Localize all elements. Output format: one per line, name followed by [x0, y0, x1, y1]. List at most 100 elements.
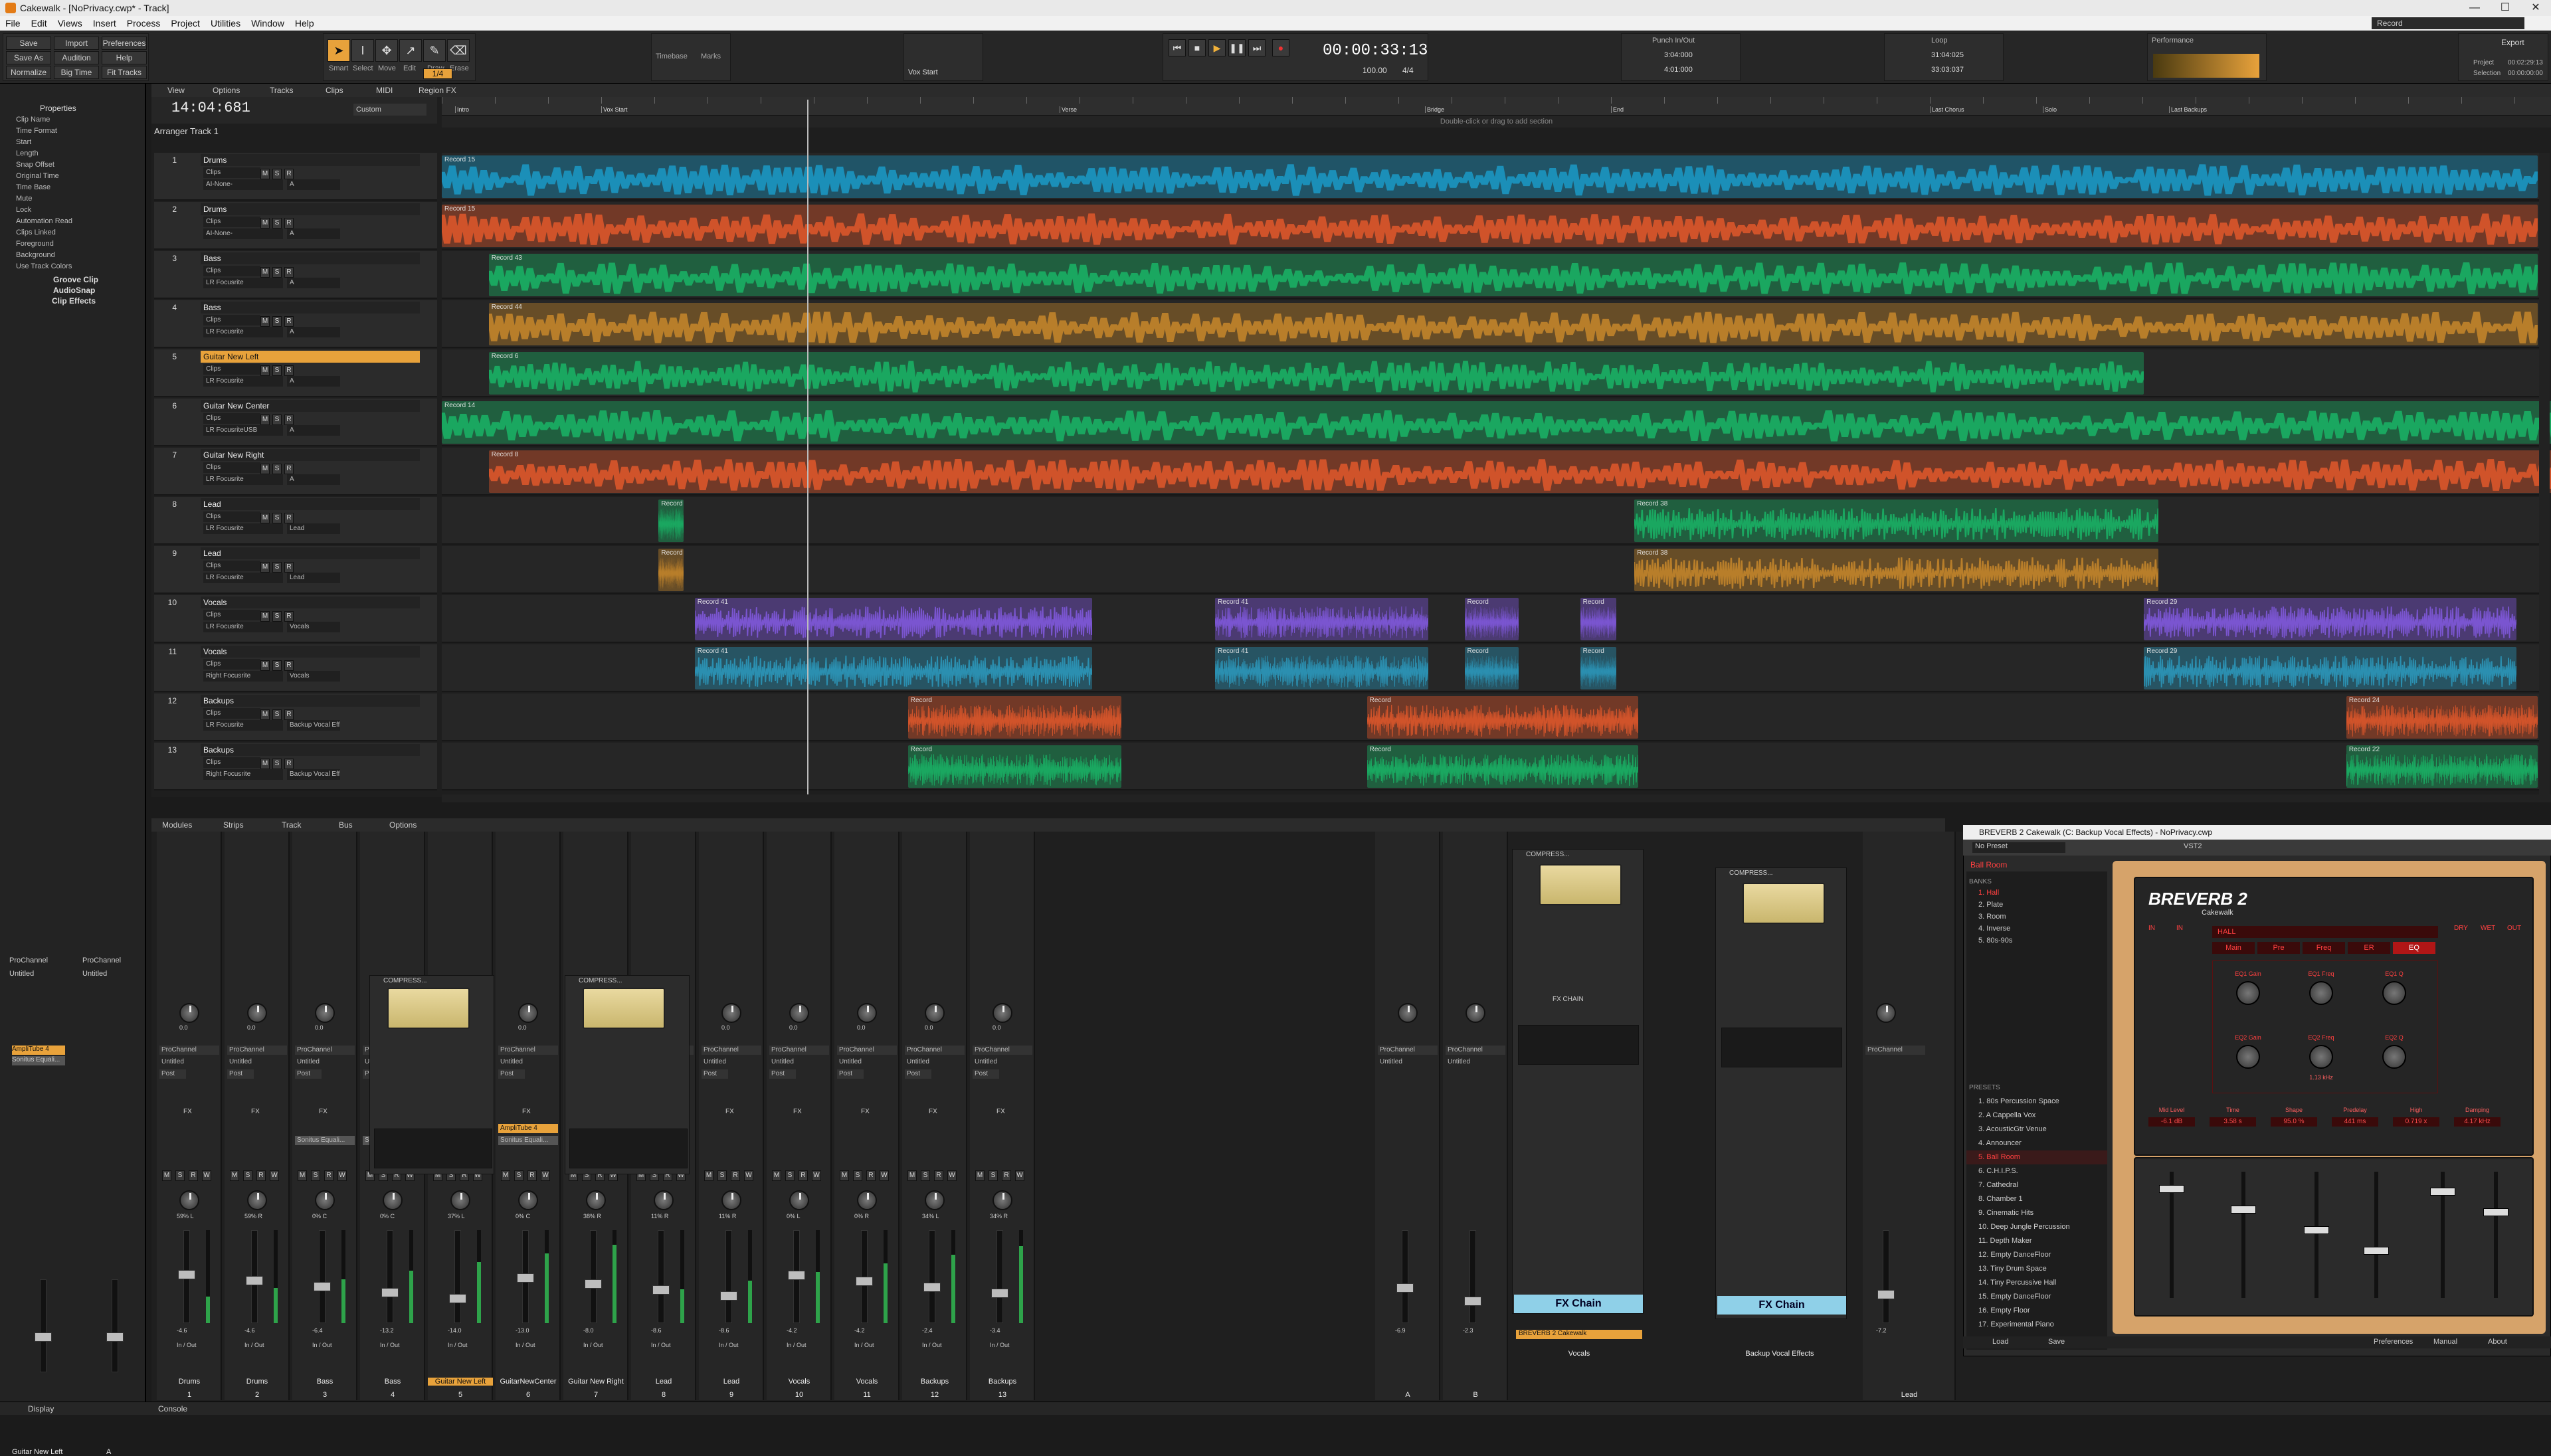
track-menu-tracks[interactable]: Tracks	[270, 86, 294, 95]
track-input[interactable]: LR Focusrite	[203, 278, 283, 288]
arm-button[interactable]: R	[284, 267, 294, 278]
audio-clip[interactable]: Record 41	[1215, 647, 1429, 689]
audio-clip[interactable]: Record 38	[1634, 500, 2158, 542]
post-select[interactable]: Post	[498, 1069, 525, 1079]
property-row[interactable]: Lock	[0, 206, 145, 217]
mute-button[interactable]: M	[260, 464, 270, 474]
mute-button[interactable]: M	[162, 1170, 171, 1181]
track-name[interactable]: Drums	[201, 154, 420, 166]
groove-clip-section[interactable]: Groove Clip	[53, 275, 98, 284]
menu-window[interactable]: Window	[251, 18, 284, 29]
track-header[interactable]: 4BassMSRClipsLR FocusriteA-5.5FX (1)Soni…	[154, 300, 565, 348]
edit-tool-icon[interactable]: ↗	[399, 39, 422, 62]
plugin-format[interactable]: VST2	[2184, 842, 2202, 850]
solo-button[interactable]: S	[272, 414, 282, 425]
audio-clip[interactable]: Record	[1464, 598, 1519, 640]
custom-select[interactable]: Custom	[353, 104, 426, 116]
solo-button[interactable]: S	[272, 660, 282, 671]
track-lane[interactable]: Record 14	[442, 399, 2551, 446]
preset-item[interactable]: 13. Tiny Drum Space	[1966, 1262, 2107, 1276]
property-row[interactable]: Snap Offset	[0, 161, 145, 172]
record-mode-select[interactable]: Record	[2372, 17, 2524, 29]
preset-item[interactable]: 7. Cathedral	[1966, 1178, 2107, 1192]
arm-button[interactable]: R	[284, 464, 294, 474]
horizontal-scrollbar[interactable]	[442, 794, 2551, 802]
audio-clip[interactable]: Record	[658, 500, 684, 542]
track-lane[interactable]: Record Record 38	[442, 497, 2539, 545]
bank-item[interactable]: 3. Room	[1966, 913, 2107, 925]
write-button[interactable]: W	[541, 1170, 550, 1181]
record-icon[interactable]: ●	[1272, 39, 1289, 56]
arm-button[interactable]: R	[284, 611, 294, 622]
volume-fader-cap[interactable]	[314, 1282, 331, 1291]
write-button[interactable]: W	[1015, 1170, 1024, 1181]
solo-button[interactable]: S	[514, 1170, 523, 1181]
solo-button[interactable]: S	[272, 365, 282, 376]
minimize-icon[interactable]: —	[2459, 0, 2490, 16]
mute-button[interactable]: M	[975, 1170, 985, 1181]
gain-knob[interactable]	[1465, 1003, 1485, 1023]
track-output[interactable]: Vocals	[287, 671, 340, 682]
reverb-fader-track[interactable]	[2315, 1172, 2318, 1298]
reverb-fader-cap[interactable]	[2159, 1185, 2184, 1193]
arm-button[interactable]: R	[284, 709, 294, 720]
help-button[interactable]: Help	[102, 51, 147, 64]
write-button[interactable]: W	[947, 1170, 957, 1181]
erase-tool-icon[interactable]: ⌫	[447, 39, 470, 62]
pan-knob[interactable]	[857, 1190, 877, 1210]
arm-button[interactable]: R	[284, 365, 294, 376]
arm-button[interactable]: R	[527, 1170, 537, 1181]
prochannel-label[interactable]: ProChannel	[769, 1046, 829, 1055]
volume-fader-cap[interactable]	[720, 1291, 737, 1301]
pan-knob[interactable]	[992, 1190, 1012, 1210]
pan-knob[interactable]	[247, 1190, 267, 1210]
gain-knob[interactable]	[247, 1003, 267, 1023]
vertical-scrollbar[interactable]	[2539, 153, 2550, 794]
track-name[interactable]: Guitar New Center	[201, 400, 420, 412]
preset-item[interactable]: 1. 80s Percussion Space	[1966, 1095, 2107, 1109]
menu-views[interactable]: Views	[58, 18, 82, 29]
inspector-sonitus[interactable]: Sonitus Equali...	[12, 1056, 65, 1065]
eq-knob[interactable]	[2382, 981, 2406, 1005]
move-tool-icon[interactable]: ✥	[375, 39, 398, 62]
track-input[interactable]: AI-None-	[203, 228, 283, 239]
property-row[interactable]: Clip Name	[0, 116, 145, 127]
solo-button[interactable]: S	[272, 464, 282, 474]
volume-fader[interactable]	[658, 1230, 664, 1323]
strip-sonitus[interactable]: Sonitus Equali...	[295, 1136, 355, 1145]
property-row[interactable]: Background	[0, 251, 145, 262]
audio-clip[interactable]: Record 6	[488, 352, 2144, 395]
audio-clip[interactable]: Record 38	[1634, 549, 2158, 591]
reverb-fader-track[interactable]	[2494, 1172, 2498, 1298]
track-input[interactable]: LR Focusrite	[203, 720, 283, 731]
track-output[interactable]: A	[287, 425, 340, 436]
import-button[interactable]: Import	[54, 37, 99, 50]
arm-button[interactable]: R	[284, 218, 294, 228]
pan-knob[interactable]	[586, 1190, 606, 1210]
property-row[interactable]: Foreground	[0, 240, 145, 251]
track-output[interactable]: A	[287, 179, 340, 190]
preset-item[interactable]: 11. Depth Maker	[1966, 1234, 2107, 1248]
track-lane[interactable]: Record 41 Record 41 Record Record Record 29	[442, 644, 2539, 692]
track-name[interactable]: Lead	[201, 547, 420, 559]
track-output[interactable]: A	[287, 327, 340, 337]
track-header[interactable]: 6 Guitar New Center M S R Clips LR FocusriteUS…	[154, 399, 565, 446]
audio-clip[interactable]: Record 8	[488, 450, 2551, 493]
track-header[interactable]: 9LeadMSRClipsLR FocusriteLead-5.5FX	[154, 546, 565, 594]
write-button[interactable]: W	[812, 1170, 821, 1181]
ruler-marker[interactable]: Verse	[1060, 106, 1077, 113]
volume-fader-cap[interactable]	[449, 1294, 466, 1303]
post-select[interactable]: Post	[769, 1069, 796, 1079]
preset-item[interactable]: 6. C.H.I.P.S.	[1966, 1164, 2107, 1178]
track-lane[interactable]: Record 6	[442, 349, 2539, 397]
track-output[interactable]: A	[287, 474, 340, 485]
audio-clip[interactable]: Record	[1580, 647, 1616, 689]
volume-fader-cap[interactable]	[585, 1279, 602, 1289]
strip-amplitube[interactable]: AmpliTube 4	[498, 1124, 558, 1133]
ruler-marker[interactable]: Intro	[455, 106, 469, 113]
track-name[interactable]: Guitar New Right	[201, 449, 420, 461]
write-button[interactable]: W	[880, 1170, 889, 1181]
vox-start-select[interactable]: Vox Start	[908, 68, 938, 76]
solo-button[interactable]: S	[921, 1170, 930, 1181]
volume-fader-cap[interactable]	[381, 1288, 399, 1297]
